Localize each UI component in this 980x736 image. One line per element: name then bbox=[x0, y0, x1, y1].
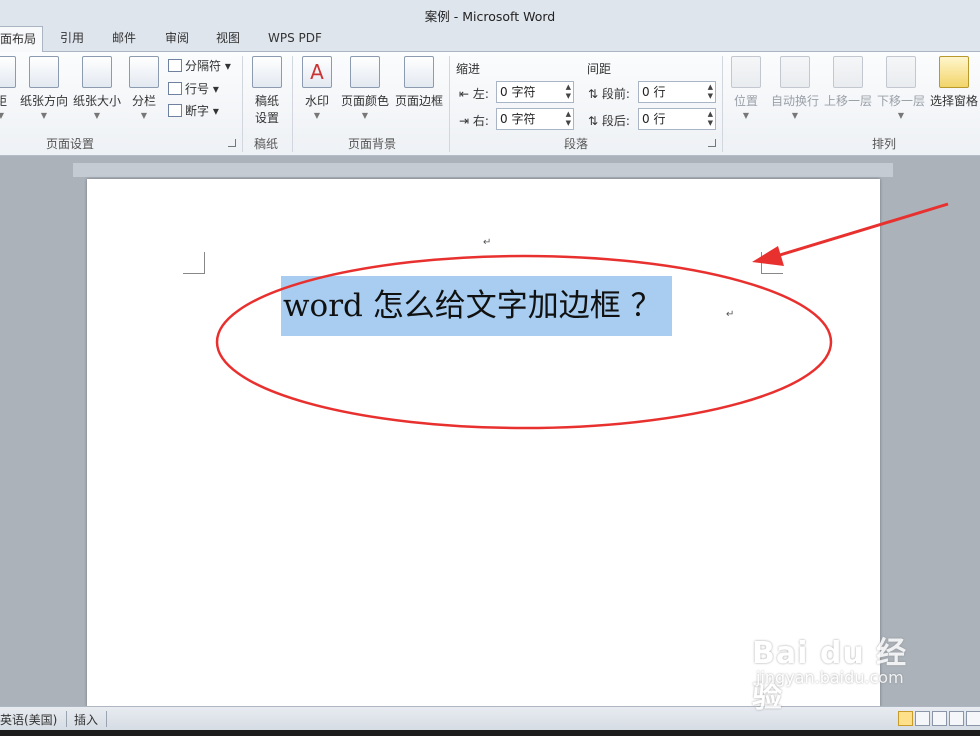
page-border-button[interactable]: 页面边框 bbox=[394, 56, 444, 109]
title-bar: 案例 - Microsoft Word bbox=[0, 0, 980, 26]
watermark-url: jingyan.baidu.com bbox=[756, 668, 904, 687]
draft-view-icon[interactable] bbox=[966, 711, 980, 726]
paragraph-mark: ↵ bbox=[483, 237, 492, 248]
paint-bucket-icon bbox=[350, 56, 380, 88]
spin-arrows-icon[interactable]: ▲ ▼ bbox=[708, 110, 713, 128]
status-language[interactable]: 英语(美国) bbox=[0, 711, 57, 728]
breaks-button[interactable]: 分隔符 ▾ bbox=[168, 57, 231, 74]
line-numbers-icon bbox=[168, 82, 182, 95]
spin-arrows-icon[interactable]: ▲ ▼ bbox=[566, 83, 571, 101]
bring-forward-button[interactable]: 上移一层 bbox=[823, 56, 873, 109]
chevron-down-icon: ▼ bbox=[0, 111, 5, 120]
divider bbox=[242, 56, 243, 152]
line-numbers-button[interactable]: 行号 ▾ bbox=[168, 80, 219, 97]
paragraph-launcher-icon[interactable] bbox=[708, 139, 716, 147]
spacing-before-icon: ⇅ bbox=[588, 87, 599, 101]
chevron-down-icon: ▼ bbox=[897, 111, 905, 120]
indent-title: 缩进 bbox=[456, 62, 481, 76]
manuscript-icon bbox=[252, 56, 282, 88]
wrap-text-icon bbox=[780, 56, 810, 88]
indent-left-input[interactable]: 0 字符 ▲ ▼ bbox=[496, 81, 574, 103]
position-icon bbox=[731, 56, 761, 88]
selection-pane-icon bbox=[939, 56, 969, 88]
bring-forward-icon bbox=[833, 56, 863, 88]
chevron-down-icon: ▼ bbox=[40, 111, 48, 120]
orientation-icon bbox=[29, 56, 59, 88]
send-backward-button[interactable]: 下移一层 ▼ bbox=[876, 56, 926, 120]
spacing-before-input[interactable]: 0 行 ▲ ▼ bbox=[638, 81, 716, 103]
chevron-down-icon: ▼ bbox=[742, 111, 750, 120]
hyphenation-icon bbox=[168, 104, 182, 117]
spacing-before-label: ⇅ 段前: bbox=[588, 87, 630, 101]
spin-arrows-icon[interactable]: ▲ ▼ bbox=[708, 83, 713, 101]
hyphenation-button[interactable]: 断字 ▾ bbox=[168, 102, 219, 119]
divider bbox=[106, 711, 107, 727]
spacing-after-input[interactable]: 0 行 ▲ ▼ bbox=[638, 108, 716, 130]
status-insert-mode[interactable]: 插入 bbox=[74, 711, 98, 728]
margins-button[interactable]: 距 ▼ bbox=[0, 56, 16, 120]
indent-right-label: ⇥ 右: bbox=[459, 114, 489, 128]
chevron-down-icon: ▼ bbox=[313, 111, 321, 120]
web-layout-view-icon[interactable] bbox=[932, 711, 947, 726]
spin-arrows-icon[interactable]: ▲ ▼ bbox=[566, 110, 571, 128]
tab-page-layout[interactable]: 面布局 bbox=[0, 26, 44, 53]
divider bbox=[449, 56, 450, 152]
chevron-down-icon: ▼ bbox=[140, 111, 148, 120]
indent-left-icon: ⇤ bbox=[459, 87, 470, 101]
spacing-after-icon: ⇅ bbox=[588, 114, 599, 128]
group-label-arrange: 排列 bbox=[872, 137, 897, 151]
group-label-manuscript: 稿纸 bbox=[254, 137, 279, 151]
divider bbox=[722, 56, 723, 152]
selection-pane-button[interactable]: 选择窗格 bbox=[928, 56, 980, 109]
ribbon-tabs: 面布局 引用 邮件 审阅 视图 WPS PDF bbox=[0, 26, 980, 53]
tab-wps-pdf[interactable]: WPS PDF bbox=[268, 26, 322, 52]
group-label-paragraph: 段落 bbox=[564, 137, 589, 151]
indent-right-input[interactable]: 0 字符 ▲ ▼ bbox=[496, 108, 574, 130]
columns-button[interactable]: 分栏 ▼ bbox=[128, 56, 160, 120]
orientation-button[interactable]: 纸张方向 ▼ bbox=[20, 56, 68, 120]
wrap-text-button[interactable]: 自动换行 ▼ bbox=[770, 56, 820, 120]
chevron-down-icon: ▼ bbox=[791, 111, 799, 120]
tab-mailings[interactable]: 邮件 bbox=[112, 26, 136, 52]
manuscript-settings-button[interactable]: 稿纸 设置 bbox=[250, 56, 284, 126]
paper-size-button[interactable]: 纸张大小 ▼ bbox=[72, 56, 122, 120]
spacing-title: 间距 bbox=[587, 62, 612, 76]
group-label-page-background: 页面背景 bbox=[348, 137, 397, 151]
crop-mark-left bbox=[183, 252, 205, 274]
watermark-button[interactable]: A 水印 ▼ bbox=[302, 56, 332, 120]
indent-left-label: ⇤ 左: bbox=[459, 87, 489, 101]
outline-view-icon[interactable] bbox=[949, 711, 964, 726]
tab-references[interactable]: 引用 bbox=[60, 26, 84, 52]
watermark-icon: A bbox=[302, 56, 332, 88]
columns-icon bbox=[129, 56, 159, 88]
page-shadow bbox=[73, 163, 893, 177]
spacing-after-label: ⇅ 段后: bbox=[588, 114, 630, 128]
breaks-icon bbox=[168, 59, 182, 72]
divider bbox=[292, 56, 293, 152]
crop-mark-right bbox=[761, 252, 783, 274]
tab-view[interactable]: 视图 bbox=[216, 26, 240, 52]
paper-size-icon bbox=[82, 56, 112, 88]
ribbon: 距 ▼ 纸张方向 ▼ 纸张大小 ▼ 分栏 ▼ 分隔符 ▾ 行号 ▾ 断字 ▾ 页… bbox=[0, 52, 980, 156]
taskbar-strip bbox=[0, 730, 980, 736]
page-border-icon bbox=[404, 56, 434, 88]
chevron-down-icon: ▼ bbox=[361, 111, 369, 120]
position-button[interactable]: 位置 ▼ bbox=[730, 56, 762, 120]
page-color-button[interactable]: 页面颜色 ▼ bbox=[340, 56, 390, 120]
selected-text[interactable]: word 怎么给文字加边框 ？ bbox=[281, 276, 672, 336]
baidu-watermark: Bai du 经验 jingyan.baidu.com bbox=[752, 628, 932, 715]
indent-right-icon: ⇥ bbox=[459, 114, 470, 128]
page-setup-launcher-icon[interactable] bbox=[228, 139, 236, 147]
window-title: 案例 - Microsoft Word bbox=[424, 9, 556, 24]
paragraph-mark: ↵ bbox=[726, 309, 735, 320]
divider bbox=[66, 711, 67, 727]
margins-icon bbox=[0, 56, 16, 88]
tab-review[interactable]: 审阅 bbox=[165, 26, 189, 52]
chevron-down-icon: ▼ bbox=[93, 111, 101, 120]
send-backward-icon bbox=[886, 56, 916, 88]
group-label-page-setup: 页面设置 bbox=[46, 137, 95, 151]
